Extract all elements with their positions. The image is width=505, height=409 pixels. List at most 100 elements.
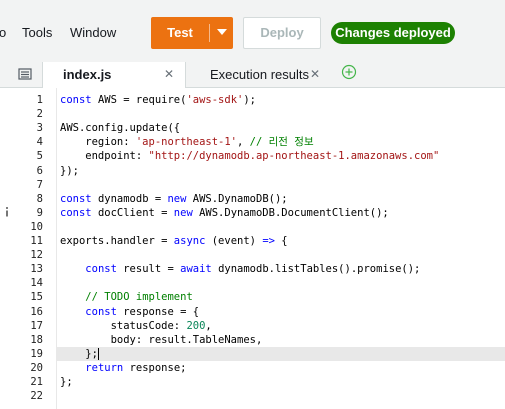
code-token: 200 [186,319,206,332]
add-circle-icon[interactable] [341,64,357,80]
code-token: AWS.DynamoDB.DocumentClient(); [199,206,389,219]
line-number: 13 [30,263,43,276]
line-number: 7 [36,178,43,191]
code-token: async [173,235,212,247]
tab-index-js[interactable]: index.js ✕ [42,62,186,88]
code-editor[interactable]: 1 2 3 4 5 6 7 8 9 10 11 12 13 14 15 16 17 18 19 20 21 22 cons… [0,88,505,409]
code-token: await [180,263,219,276]
code-line[interactable]: }); [56,164,505,178]
menu-item-partial[interactable]: o [0,25,6,40]
code-token: body: result.TableNames, [60,333,263,346]
code-token: dynamodb = [97,192,168,205]
tab-execution-results[interactable]: Execution results ✕ [194,62,326,87]
code-line[interactable] [56,389,505,403]
text-cursor [98,347,99,360]
code-line[interactable]: // TODO implement [56,290,505,304]
code-line[interactable] [56,276,505,290]
code-token: , [237,136,250,149]
code-line[interactable]: statusCode: 200, [56,319,505,333]
code-token: const [60,94,98,106]
line-number: 18 [30,333,43,346]
code-line[interactable]: const AWS = require('aws-sdk'); [56,93,505,107]
code-line[interactable] [56,248,505,262]
line-number: 19 [30,347,43,360]
code-token: const [60,206,98,219]
code-token: }; [60,376,73,388]
caret-down-icon[interactable] [214,17,230,49]
code-token: }); [60,164,79,177]
test-button-label[interactable]: Test [151,17,209,49]
status-badge: Changes deployed [331,22,455,44]
menu-item-window[interactable]: Window [70,25,116,40]
code-token: AWS.config.update({ [60,122,181,135]
code-token: new [167,192,193,205]
code-line[interactable]: }; [56,375,505,389]
code-line[interactable]: exports.handler = async (event) => { [56,234,505,248]
code-token: endpoint: [60,150,149,163]
deploy-button[interactable]: Deploy [243,17,321,49]
line-number: 14 [30,277,43,290]
code-token: return [85,361,130,374]
code-line[interactable]: }; [56,346,505,361]
code-token: // 리전 정보 [249,136,314,149]
code-token: , [205,319,212,332]
line-number: 5 [36,150,43,163]
code-line[interactable]: const dynamodb = new AWS.DynamoDB(); [56,192,505,206]
code-line[interactable] [56,178,505,192]
menu-item-tools[interactable]: Tools [22,25,52,40]
code-token: 'ap-northeast-1' [135,136,238,149]
top-toolbar: o Tools Window Test Deploy Changes deplo… [0,0,505,62]
line-number: 21 [30,376,43,388]
code-token: region: [60,136,136,149]
code-line[interactable] [56,107,505,121]
line-number: 17 [30,319,43,332]
code-token: => [262,235,282,247]
code-line[interactable]: region: 'ap-northeast-1', // 리전 정보 [56,135,505,149]
code-line[interactable]: endpoint: "http://dynamodb.ap-northeast-… [56,149,505,163]
line-number: 15 [30,291,43,304]
close-icon[interactable]: ✕ [164,67,174,81]
code-line[interactable]: body: result.TableNames, [56,333,505,347]
code-token: (event) [211,235,263,247]
line-number: 1 [36,94,43,106]
line-number: 6 [36,164,43,177]
code-line[interactable]: const result = await dynamodb.listTables… [56,262,505,276]
code-line[interactable] [56,220,505,234]
line-number: 11 [30,235,43,247]
code-line[interactable]: AWS.config.update({ [56,121,505,135]
code-token: { [281,235,288,247]
line-number: 4 [36,136,43,149]
code-line[interactable]: const response = { [56,305,505,319]
code-token: "http://dynamodb.ap-northeast-1.amazonaw… [148,150,440,163]
code-token: exports.handler = [60,235,174,247]
code-token: dynamodb.listTables().promise(); [218,263,421,276]
line-number: 16 [30,305,43,318]
code-area[interactable]: const AWS = require('aws-sdk'); AWS.confi… [56,88,505,409]
line-number: 3 [36,122,43,135]
code-token: // TODO implement [85,291,193,304]
code-token: const [85,305,124,318]
code-token: AWS = require( [97,94,187,106]
code-token: result = [123,263,181,276]
tab-label: Execution results [210,67,309,82]
line-number: 8 [36,192,43,205]
panel-menu-icon[interactable] [18,67,32,81]
code-token: 'aws-sdk' [186,94,244,106]
code-token: response = { [123,305,200,318]
code-token: ); [243,94,257,106]
code-line[interactable]: return response; [56,361,505,375]
line-number: 12 [30,249,43,262]
code-token: const [85,263,124,276]
line-number: 20 [30,361,43,374]
test-button[interactable]: Test [151,17,233,49]
line-number: 22 [30,390,43,403]
line-number-gutter: 1 2 3 4 5 6 7 8 9 10 11 12 13 14 15 16 17 18 19 20 21 22 [0,88,57,409]
line-number: 2 [36,108,43,121]
close-icon[interactable]: ✕ [310,67,320,81]
test-button-divider [209,24,210,42]
code-line[interactable]: const docClient = new AWS.DynamoDB.Docum… [56,206,505,220]
code-token: const [60,192,98,205]
